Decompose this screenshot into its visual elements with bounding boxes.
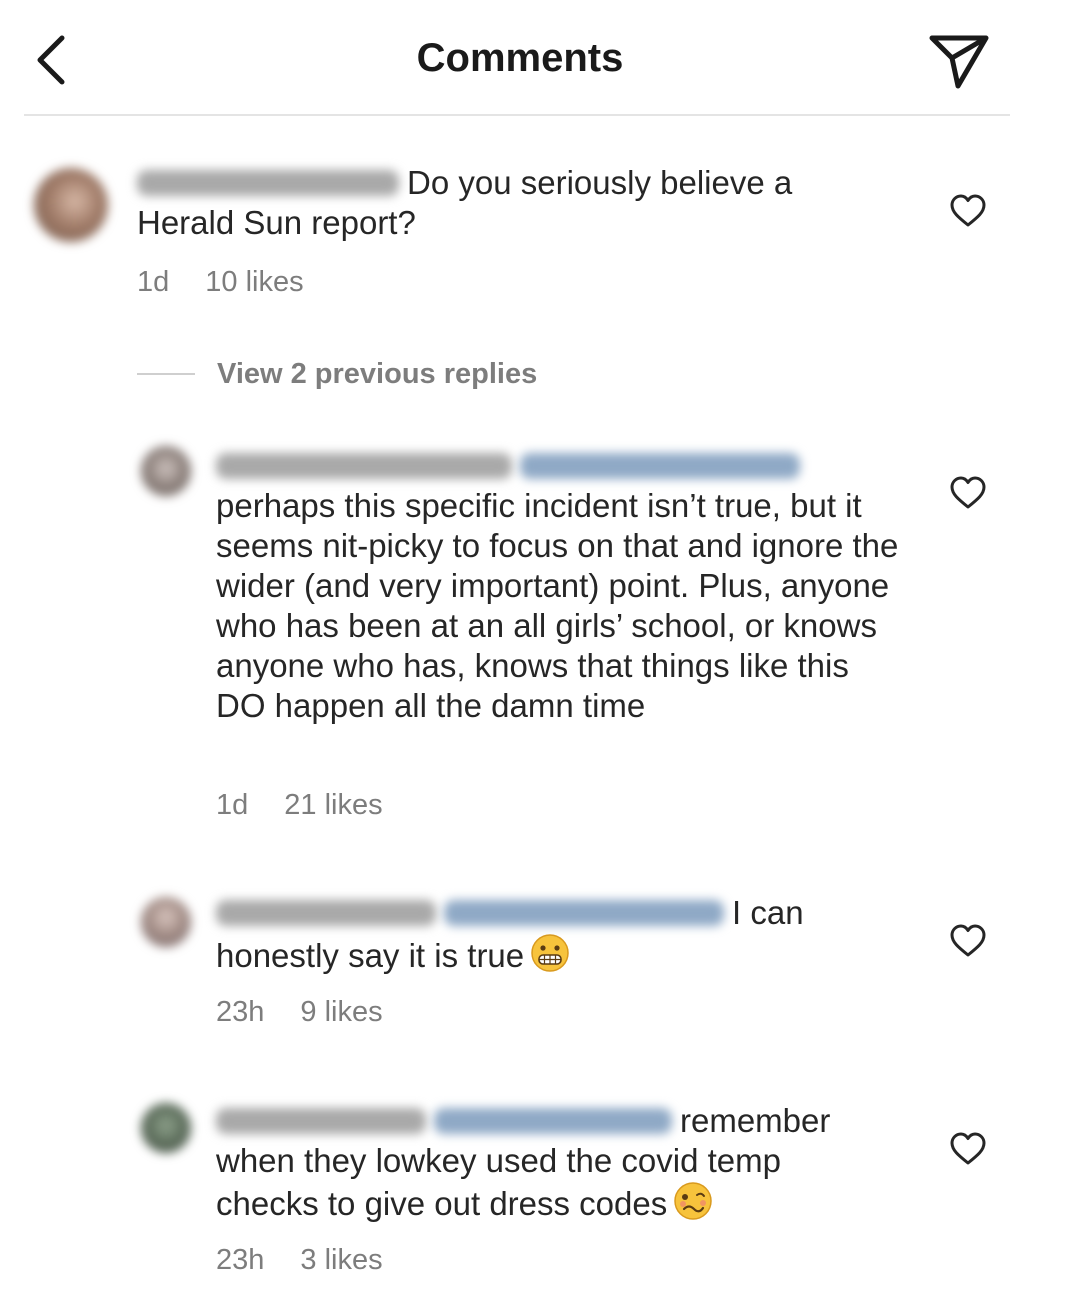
avatar[interactable] bbox=[34, 168, 108, 242]
username-redacted[interactable] bbox=[216, 453, 512, 479]
comment-likes[interactable]: 9 likes bbox=[300, 996, 382, 1028]
comment-time: 1d bbox=[137, 266, 170, 298]
heart-outline-icon[interactable] bbox=[948, 1129, 988, 1169]
comment-likes[interactable]: 10 likes bbox=[205, 266, 303, 298]
avatar[interactable] bbox=[141, 1103, 191, 1153]
comment-meta: 23h 9 likes bbox=[216, 996, 419, 1029]
paper-plane-icon[interactable] bbox=[924, 28, 994, 92]
mention-redacted[interactable] bbox=[434, 1108, 672, 1134]
comment-meta: 1d 21 likes bbox=[216, 789, 419, 822]
heart-outline-icon[interactable] bbox=[948, 473, 988, 513]
comment-time: 23h bbox=[216, 996, 265, 1028]
avatar[interactable] bbox=[141, 897, 191, 947]
comment-meta: 1d 10 likes bbox=[137, 266, 340, 299]
comment-text: remember when they lowkey used the covid… bbox=[216, 1102, 831, 1222]
comment-time: 23h bbox=[216, 1244, 265, 1276]
comment-meta: 23h 3 likes bbox=[216, 1244, 419, 1277]
username-redacted[interactable] bbox=[216, 1108, 426, 1134]
header-divider bbox=[24, 114, 1010, 116]
username-redacted[interactable] bbox=[216, 900, 436, 926]
replies-divider-line bbox=[137, 373, 195, 375]
username-redacted[interactable] bbox=[137, 170, 399, 196]
comment-text: perhaps this specific incident isn’t tru… bbox=[216, 446, 906, 726]
comment-text: Do you seriously believe a Herald Sun re… bbox=[137, 164, 793, 241]
mention-redacted[interactable] bbox=[444, 900, 724, 926]
heart-outline-icon[interactable] bbox=[948, 191, 988, 231]
grimacing-face-icon bbox=[531, 934, 569, 972]
woozy-face-icon bbox=[674, 1182, 712, 1220]
comment-text: I can honestly say it is true bbox=[216, 894, 804, 974]
comments-header: Comments bbox=[0, 0, 1078, 116]
comment-time: 1d bbox=[216, 789, 249, 821]
avatar[interactable] bbox=[141, 446, 191, 496]
comment-likes[interactable]: 3 likes bbox=[300, 1244, 382, 1276]
page-title: Comments bbox=[416, 36, 624, 80]
comment-likes[interactable]: 21 likes bbox=[284, 789, 382, 821]
view-previous-replies[interactable]: View 2 previous replies bbox=[137, 354, 537, 394]
mention-redacted[interactable] bbox=[520, 453, 800, 479]
heart-outline-icon[interactable] bbox=[948, 921, 988, 961]
